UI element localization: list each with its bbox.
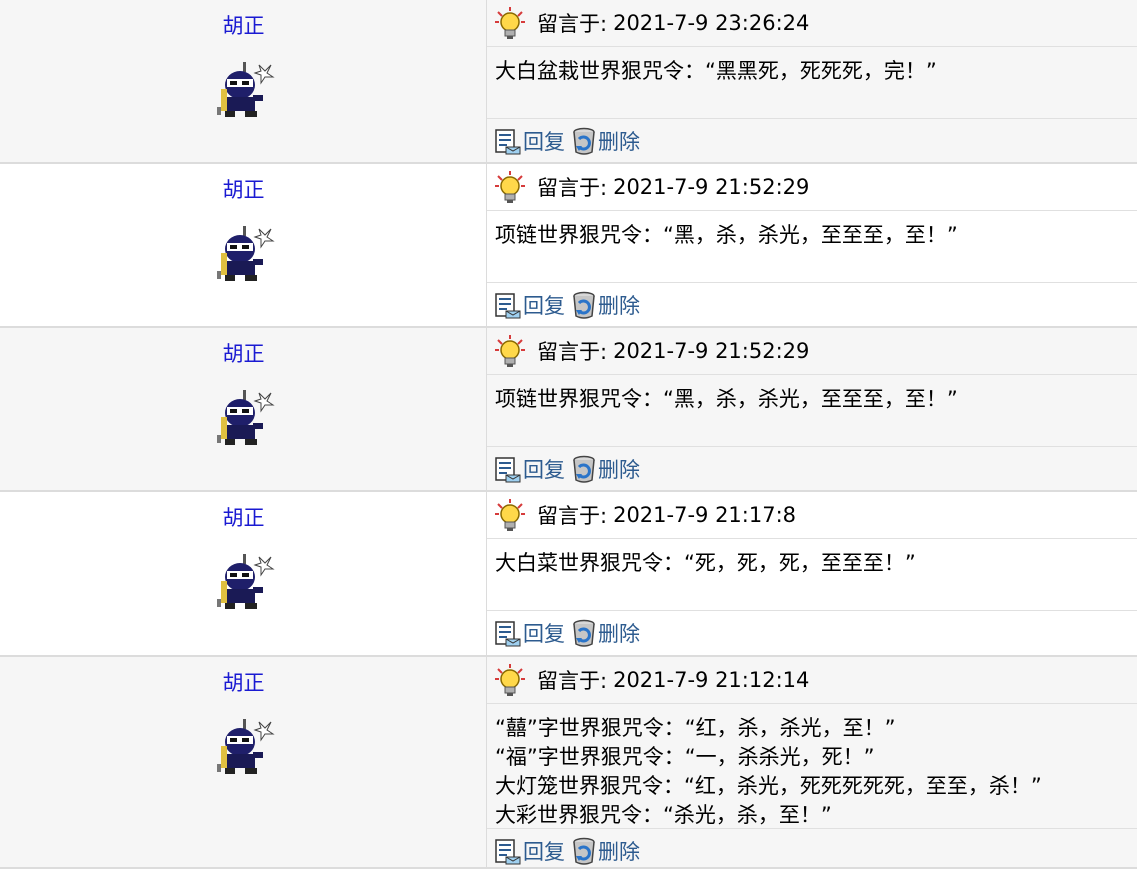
delete-label: 删除 [598,130,640,154]
posted-label: 留言于: [537,669,608,693]
post-time: 2021-7-9 21:52:29 [613,175,810,199]
delete-label: 删除 [598,458,640,482]
ninja-avatar-icon [217,390,275,445]
posted-label: 留言于: [537,504,608,528]
message-actions: 回复 删除 [487,611,1137,655]
message-actions: 回复 删除 [487,119,1137,163]
trash-can-icon [573,455,595,483]
reply-button[interactable]: 回复 [494,836,565,866]
message-content: 项链世界狠咒令：“黑，杀，杀光，至至至，至！” [487,211,1137,283]
reply-button[interactable]: 回复 [494,618,565,648]
ninja-avatar-icon [217,719,275,774]
message-row: 胡正 [0,492,1137,657]
message-header: 留言于: 2021-7-9 21:12:14 [487,657,1137,704]
post-time: 2021-7-9 21:52:29 [613,339,810,363]
message-content: “囍”字世界狠咒令：“红，杀，杀光，至！” “福”字世界狠咒令：“一，杀杀光，死… [487,704,1137,829]
message-row: 胡正 [0,0,1137,164]
reply-edit-icon [495,129,521,155]
message-row: 胡正 [0,657,1137,869]
author-panel: 胡正 [0,492,487,655]
message-panel: 留言于: 2021-7-9 21:17:8 大白菜世界狠咒令：“死，死，死，至至… [487,492,1137,655]
message-content: 大白盆栽世界狠咒令：“黑黑死，死死死，完！” [487,47,1137,119]
message-panel: 留言于: 2021-7-9 21:52:29 项链世界狠咒令：“黑，杀，杀光，至… [487,164,1137,326]
reply-button[interactable]: 回复 [494,126,565,156]
author-panel: 胡正 [0,0,487,162]
trash-can-icon [573,127,595,155]
message-panel: 留言于: 2021-7-9 23:26:24 大白盆栽世界狠咒令：“黑黑死，死死… [487,0,1137,162]
message-content: 大白菜世界狠咒令：“死，死，死，至至至！” [487,539,1137,611]
message-row: 胡正 [0,328,1137,492]
post-time: 2021-7-9 21:17:8 [613,503,797,527]
post-time: 2021-7-9 23:26:24 [613,11,810,35]
posted-label: 留言于: [537,176,608,200]
posted-label: 留言于: [537,12,608,36]
reply-label: 回复 [523,458,565,482]
message-panel: 留言于: 2021-7-9 21:12:14 “囍”字世界狠咒令：“红，杀，杀光… [487,657,1137,867]
message-header: 留言于: 2021-7-9 21:17:8 [487,492,1137,539]
trash-can-icon [573,619,595,647]
delete-button[interactable]: 删除 [571,126,640,156]
delete-button[interactable]: 删除 [571,290,640,320]
message-actions: 回复 删除 [487,829,1137,873]
message-header: 留言于: 2021-7-9 21:52:29 [487,164,1137,211]
trash-can-icon [573,837,595,865]
author-name[interactable]: 胡正 [0,667,487,697]
author-name[interactable]: 胡正 [0,10,487,40]
author-panel: 胡正 [0,657,487,867]
ninja-avatar-icon [217,554,275,609]
author-panel: 胡正 [0,328,487,490]
reply-edit-icon [495,621,521,647]
lightbulb-icon [495,7,525,39]
message-actions: 回复 删除 [487,283,1137,327]
delete-label: 删除 [598,294,640,318]
message-panel: 留言于: 2021-7-9 21:52:29 项链世界狠咒令：“黑，杀，杀光，至… [487,328,1137,490]
message-actions: 回复 删除 [487,447,1137,491]
delete-button[interactable]: 删除 [571,618,640,648]
reply-label: 回复 [523,622,565,646]
posted-label: 留言于: [537,340,608,364]
message-header: 留言于: 2021-7-9 23:26:24 [487,0,1137,47]
author-name[interactable]: 胡正 [0,338,487,368]
reply-edit-icon [495,293,521,319]
post-time: 2021-7-9 21:12:14 [613,668,810,692]
author-panel: 胡正 [0,164,487,326]
ninja-avatar-icon [217,226,275,281]
message-list: 胡正 留言于: 2021-7-9 23:26:24 大白盆栽世界狠咒令：“黑黑死… [0,0,1137,869]
lightbulb-icon [495,499,525,531]
delete-button[interactable]: 删除 [571,836,640,866]
reply-label: 回复 [523,840,565,864]
author-name[interactable]: 胡正 [0,502,487,532]
lightbulb-icon [495,335,525,367]
trash-can-icon [573,291,595,319]
reply-edit-icon [495,457,521,483]
reply-button[interactable]: 回复 [494,290,565,320]
reply-label: 回复 [523,294,565,318]
lightbulb-icon [495,171,525,203]
message-header: 留言于: 2021-7-9 21:52:29 [487,328,1137,375]
delete-label: 删除 [598,840,640,864]
message-content: 项链世界狠咒令：“黑，杀，杀光，至至至，至！” [487,375,1137,447]
author-name[interactable]: 胡正 [0,174,487,204]
reply-edit-icon [495,839,521,865]
lightbulb-icon [495,664,525,696]
delete-label: 删除 [598,622,640,646]
message-row: 胡正 [0,164,1137,328]
reply-button[interactable]: 回复 [494,454,565,484]
ninja-avatar-icon [217,62,275,117]
reply-label: 回复 [523,130,565,154]
delete-button[interactable]: 删除 [571,454,640,484]
